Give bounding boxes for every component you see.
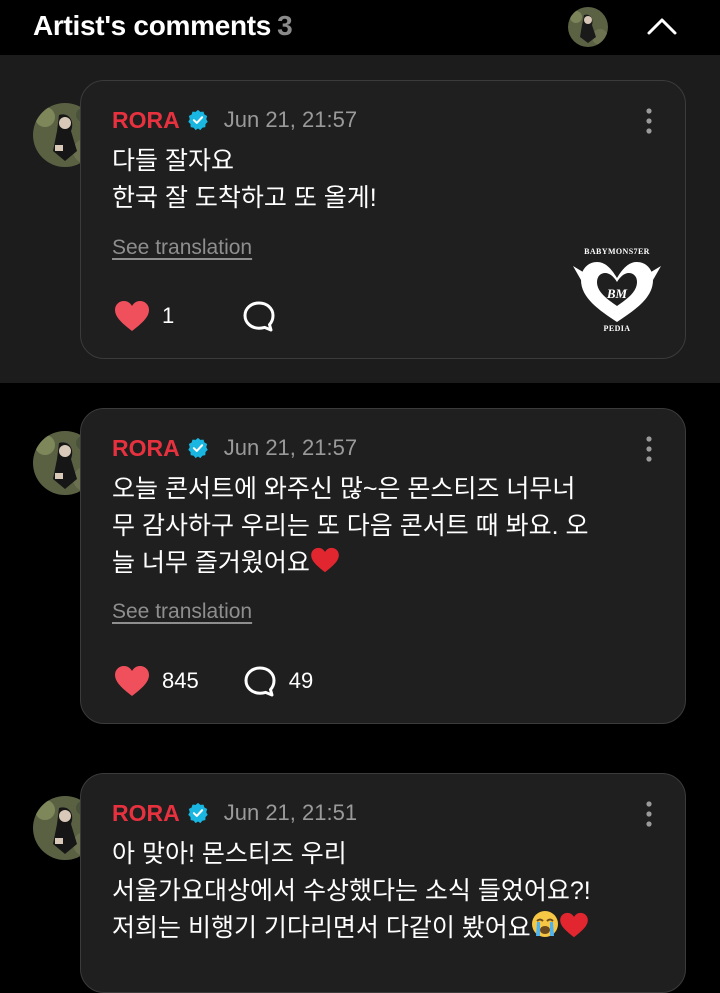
more-vertical-icon[interactable] [643, 800, 655, 828]
comment-bubble-icon [243, 301, 275, 332]
babymonster-pedia-logo: BABYMONS7ER BM PEDIA [571, 246, 663, 333]
comment-meta: RORA Jun 21, 21:57 [112, 435, 357, 461]
comment-actions: 1 [114, 299, 276, 333]
comment-date: Jun 21, 21:57 [223, 435, 358, 460]
comment-text-content: 오늘 콘서트에 와주신 많~은 몬스티즈 너무너 무 감사하구 우리는 또 다음… [112, 475, 589, 577]
comment-date: Jun 21, 21:57 [223, 107, 358, 132]
comment-text: 오늘 콘서트에 와주신 많~은 몬스티즈 너무너 무 감사하구 우리는 또 다음… [112, 471, 672, 582]
svg-text:BM: BM [606, 286, 628, 301]
svg-text:PEDIA: PEDIA [604, 324, 631, 332]
more-vertical-icon[interactable] [643, 107, 655, 135]
red-heart-emoji [311, 547, 339, 573]
page-title: Artist's comments 3 [33, 10, 293, 42]
comment-meta: RORA Jun 21, 21:51 [112, 800, 357, 826]
avatar[interactable] [568, 7, 608, 47]
like-button[interactable]: 1 [114, 300, 174, 332]
comment-meta: RORA Jun 21, 21:57 [112, 107, 357, 133]
more-vertical-icon[interactable] [643, 435, 655, 463]
heart-icon [115, 666, 149, 696]
header: Artist's comments 3 [0, 0, 720, 55]
svg-text:BABYMONS7ER: BABYMONS7ER [584, 247, 650, 256]
author-name[interactable]: RORA [112, 435, 180, 462]
like-button[interactable]: 845 [114, 665, 199, 697]
comment-section: RORA Jun 21, 21:57 다들 잘자요 한국 잘 도착하고 또 올게… [0, 55, 720, 383]
comment-date: Jun 21, 21:51 [223, 800, 358, 825]
comment-card: RORA Jun 21, 21:57 오늘 콘서트에 와주신 많~은 몬스티즈 … [80, 408, 686, 724]
comment-text-content: 아 맞아! 몬스티즈 우리 서울가요대상에서 수상했다는 소식 들었어요?! 저… [112, 840, 591, 942]
heart-icon [115, 301, 149, 331]
comment-text: 아 맞아! 몬스티즈 우리 서울가요대상에서 수상했다는 소식 들었어요?! 저… [112, 836, 682, 947]
reply-button[interactable] [242, 300, 276, 332]
author-name[interactable]: RORA [112, 107, 180, 134]
author-name[interactable]: RORA [112, 800, 180, 827]
reply-count: 49 [288, 668, 314, 693]
comment-card: RORA Jun 21, 21:57 다들 잘자요 한국 잘 도착하고 또 올게… [80, 80, 686, 359]
like-count: 845 [162, 668, 199, 693]
verified-icon [188, 802, 208, 824]
collapse-button[interactable] [644, 12, 680, 42]
like-count: 1 [162, 303, 175, 328]
comment-section: RORA Jun 21, 21:57 오늘 콘서트에 와주신 많~은 몬스티즈 … [0, 383, 720, 753]
see-translation-link[interactable]: See translation [112, 600, 252, 624]
comment-bubble-icon [244, 666, 276, 697]
comment-card: RORA Jun 21, 21:51 아 맞아! 몬스티즈 우리 서울가요대상에… [80, 773, 686, 993]
see-translation-link[interactable]: See translation [112, 236, 252, 260]
reply-button[interactable]: 49 [243, 665, 313, 697]
red-heart-emoji [559, 912, 588, 938]
comment-actions: 845 49 [114, 664, 313, 698]
page-title-text: Artist's comments [33, 10, 272, 41]
verified-icon [188, 437, 208, 459]
comment-count: 3 [277, 10, 293, 41]
comment-section: RORA Jun 21, 21:51 아 맞아! 몬스티즈 우리 서울가요대상에… [0, 753, 720, 993]
verified-icon [188, 109, 208, 131]
comment-text: 다들 잘자요 한국 잘 도착하고 또 올게! [112, 147, 377, 212]
chevron-up-icon [647, 18, 677, 35]
crying-face-emoji [531, 911, 558, 937]
